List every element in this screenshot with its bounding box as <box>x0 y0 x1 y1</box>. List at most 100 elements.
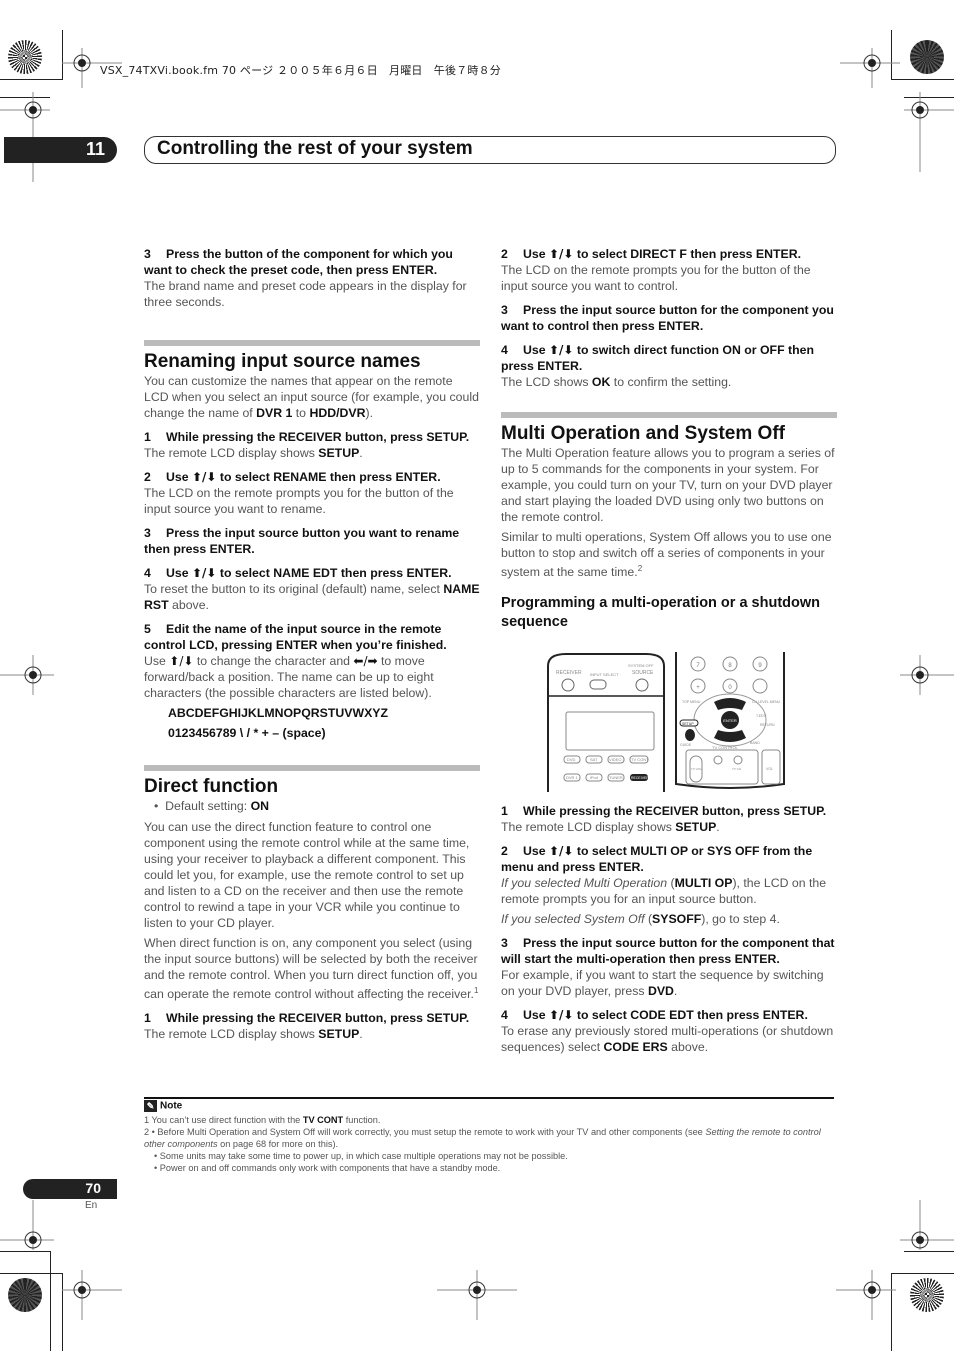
step-body: The LCD on the remote prompts you for th… <box>144 486 454 516</box>
right-column-steps: 1 While pressing the RECEIVER button, pre… <box>501 803 837 1055</box>
remote-right-panel: 7 8 9 + 0 TOP MENU CH LEVEL MENU ENTER S… <box>675 652 785 789</box>
remote-label-video1: VIDEO 1 <box>609 757 626 762</box>
direct-function-para-2: When direct function is on, any componen… <box>144 936 479 1002</box>
crop-mark <box>0 79 62 80</box>
remote-label-band: BAND <box>750 741 760 745</box>
target-mark <box>900 1200 954 1250</box>
step-body: The brand name and preset code appears i… <box>144 279 467 309</box>
up-down-arrow-icon: ⬆/⬇ <box>548 1008 574 1022</box>
remote-label-guide: GUIDE <box>680 743 692 747</box>
step-heading: 4 Use ⬆/⬇ to switch direct function ON or… <box>501 343 814 373</box>
step-body: If you selected Multi Operation (MULTI O… <box>501 876 827 906</box>
step-body: The remote LCD display shows SETUP. <box>501 820 720 834</box>
registration-rosette-bottom-right <box>910 1278 944 1312</box>
up-down-arrow-icon: ⬆/⬇ <box>169 654 194 668</box>
section-title-renaming: Renaming input source names <box>144 351 421 372</box>
remote-label-receiver-button: RECEIVER <box>631 776 649 780</box>
right-column: 2 Use ⬆/⬇ to select DIRECT F then press E… <box>501 246 837 632</box>
remote-label-tuner: TUNER <box>609 775 623 780</box>
target-mark <box>62 1270 122 1320</box>
allowed-characters-digits: 0123456789 \ / * + – (space) <box>168 726 326 740</box>
remote-label-sat: SAT <box>590 757 598 762</box>
step-heading: 2 Use ⬆/⬇ to select MULTI OP or SYS OFF f… <box>501 844 813 874</box>
section-divider <box>501 412 837 418</box>
chapter-number: 11 <box>85 139 105 159</box>
step-body: The LCD on the remote prompts you for th… <box>501 263 811 293</box>
section-title-multi-operation: Multi Operation and System Off <box>501 423 785 444</box>
step-heading: 1 While pressing the RECEIVER button, pre… <box>501 804 827 818</box>
step-heading: 3 Press the input source button you want … <box>144 526 460 556</box>
crop-mark <box>0 1251 50 1252</box>
remote-label-setup: SETUP <box>682 722 694 726</box>
remote-label-ipod: iPod <box>590 775 598 780</box>
step-heading: 4 Use ⬆/⬇ to select NAME EDT then press E… <box>144 566 452 580</box>
target-mark <box>840 48 900 88</box>
note-2-bullet: • Some units may take some time to power… <box>154 1151 568 1161</box>
remote-label-t-edit: T.EDIT <box>756 714 768 718</box>
subsection-title: Programming a multi-operation or a shutd… <box>501 595 821 631</box>
target-mark <box>0 1200 54 1250</box>
target-mark <box>900 655 954 695</box>
allowed-characters-letters: ABCDEFGHIJKLMNOPQRSTUVWXYZ <box>168 706 388 720</box>
step-body: The LCD shows OK to confirm the setting. <box>501 375 732 389</box>
step-heading: 2 Use ⬆/⬇ to select DIRECT F then press E… <box>501 247 802 261</box>
registration-rosette-bottom-left <box>8 1278 42 1312</box>
target-mark <box>0 655 54 695</box>
chapter-title: Controlling the rest of your system <box>157 138 473 159</box>
left-right-arrow-icon: ⬅/➡ <box>353 654 378 668</box>
note-1: 1 You can’t use direct function with the… <box>144 1115 381 1125</box>
step-heading: 1 While pressing the RECEIVER button, pre… <box>144 430 470 444</box>
receiver-power-icon <box>561 678 575 692</box>
remote-label-receiver: RECEIVER <box>556 670 582 676</box>
input-select-button <box>589 679 607 690</box>
default-setting: • Default setting: ON <box>154 799 270 813</box>
remote-label-tv-ch: TV CH <box>732 767 741 771</box>
note-2: 2 • Before Multi Operation and System Of… <box>144 1127 821 1149</box>
step-heading: 4 Use ⬆/⬇ to select CODE EDT then press E… <box>501 1008 808 1022</box>
remote-label-tvcont: TV CONT <box>631 757 649 762</box>
section-divider <box>144 340 480 346</box>
multi-operation-para-1: The Multi Operation feature allows you t… <box>501 446 835 524</box>
pencil-icon: ✎ <box>144 1100 157 1112</box>
section-title-direct-function: Direct function <box>144 776 279 797</box>
step-body: The remote LCD display shows SETUP. <box>144 1027 363 1042</box>
remote-label-dvr1: DVR 1 <box>566 775 579 780</box>
direct-function-para-1: You can use the direct function feature … <box>144 820 470 930</box>
step-body: If you selected System Off (SYSOFF), go … <box>501 912 780 926</box>
up-down-arrow-icon: ⬆/⬇ <box>191 470 217 484</box>
svg-text:+: + <box>696 685 700 691</box>
remote-label-source: SOURCE <box>632 670 654 676</box>
remote-label-system-off: SYSTEM OFF <box>628 663 654 668</box>
remote-label-top-menu: TOP MENU <box>682 700 701 704</box>
remote-label-vol: VOL <box>766 767 773 771</box>
print-header: VSX_74TXVi.book.fm 70 ページ ２００５年６月６日 月曜日 … <box>100 64 501 77</box>
step-heading: 3 Press the input source button for the c… <box>501 936 835 966</box>
footnote-ref: 2 <box>637 564 643 573</box>
up-down-arrow-icon: ⬆/⬇ <box>191 566 217 580</box>
remote-label-enter: ENTER <box>723 718 737 723</box>
step-body: To reset the button to its original (def… <box>144 582 480 612</box>
page-number: 70 <box>85 1180 101 1196</box>
step-body: The remote LCD display shows SETUP. <box>144 446 363 460</box>
crop-mark <box>891 1273 954 1274</box>
up-down-arrow-icon: ⬆/⬇ <box>548 844 574 858</box>
source-power-icon <box>635 678 649 692</box>
crop-mark <box>0 1273 62 1274</box>
crop-mark <box>50 1251 51 1351</box>
step-heading: 2 Use ⬆/⬇ to select RENAME then press ENT… <box>144 470 441 484</box>
up-down-arrow-icon: ⬆/⬇ <box>548 247 574 261</box>
step-body: Use ⬆/⬇ to change the character and ⬅/➡ … <box>144 654 434 700</box>
step-body: To erase any previously stored multi-ope… <box>501 1024 834 1054</box>
remote-label-input-select: INPUT SELECT <box>590 672 619 677</box>
remote-left-panel: RECEIVER INPUT SELECT SYSTEM OFF SOURCE … <box>547 653 665 792</box>
up-down-arrow-icon: ⬆/⬇ <box>548 343 574 357</box>
step-heading: 3 Press the input source button for the c… <box>501 303 834 333</box>
step-body: For example, if you want to start the se… <box>501 968 824 998</box>
chapter-title-box: Controlling the rest of your system <box>144 136 836 164</box>
target-mark <box>904 92 954 172</box>
target-mark <box>836 1270 896 1320</box>
crop-mark <box>904 1251 954 1252</box>
registration-rosette-top-left <box>8 40 42 74</box>
remote-label-dvd: DVD <box>567 757 576 762</box>
note-2-bullet: • Power on and off commands only work wi… <box>154 1163 501 1173</box>
